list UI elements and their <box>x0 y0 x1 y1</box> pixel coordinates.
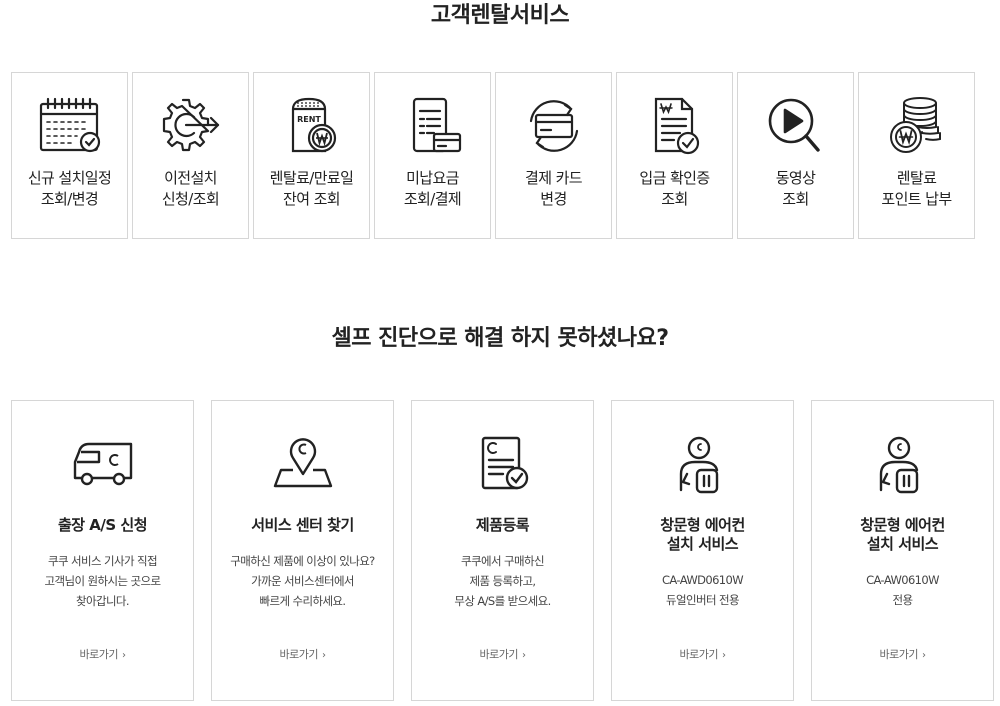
chevron-right-icon: › <box>321 650 326 661</box>
chevron-right-icon: › <box>921 650 926 661</box>
service-new-install-schedule[interactable]: 신규 설치일정 조회/변경 <box>11 72 128 239</box>
service-label: 결제 카드 변경 <box>525 169 583 208</box>
card-title: 출장 A/S 신청 <box>57 516 148 534</box>
van-icon <box>71 434 135 494</box>
card-title: 창문형 에어컨 설치 서비스 <box>660 516 745 553</box>
support-cards: 출장 A/S 신청 쿠쿠 서비스 기사가 직접 고객님이 원하시는 곳으로 찾아… <box>11 400 994 701</box>
card-shortcut-link[interactable]: 바로가기 › <box>12 646 193 662</box>
service-relocation-install[interactable]: 이전설치 신청/조회 <box>132 72 249 239</box>
service-change-payment-card[interactable]: 결제 카드 변경 <box>495 72 612 239</box>
technician-icon <box>871 434 935 494</box>
card-shortcut-link[interactable]: 바로가기 › <box>412 646 593 662</box>
service-label: 렌탈료 포인트 납부 <box>881 169 952 208</box>
card-title: 창문형 에어컨 설치 서비스 <box>860 516 945 553</box>
service-point-payment[interactable]: 렌탈료 포인트 납부 <box>858 72 975 239</box>
svg-text:RENT: RENT <box>297 115 321 124</box>
calendar-check-icon <box>35 95 105 157</box>
card-service-center-finder: 서비스 센터 찾기 구매하신 제품에 이상이 있나요? 가까운 서비스센터에서 … <box>211 400 394 701</box>
service-video-lookup[interactable]: 동영상 조회 <box>737 72 854 239</box>
service-label: 동영상 조회 <box>775 169 816 208</box>
service-label: 입금 확인증 조회 <box>639 169 710 208</box>
card-description: CA-AWD0610W 듀얼인버터 전용 <box>661 573 744 607</box>
rental-services-grid: 신규 설치일정 조회/변경 이전설치 신청/조회 RENT 렌탈료/만료일 잔여… <box>11 72 975 239</box>
chevron-right-icon: › <box>121 650 126 661</box>
video-search-icon <box>761 95 831 157</box>
card-title: 제품등록 <box>475 516 530 534</box>
service-deposit-confirmation[interactable]: 입금 확인증 조회 <box>616 72 733 239</box>
bill-card-icon <box>398 95 468 157</box>
card-window-ac-install-dual: 창문형 에어컨 설치 서비스 CA-AWD0610W 듀얼인버터 전용 바로가기… <box>611 400 794 701</box>
rental-services-title: 고객렌탈서비스 <box>430 3 570 28</box>
card-description: 구매하신 제품에 이상이 있나요? 가까운 서비스센터에서 빠르게 수리하세요. <box>230 554 375 608</box>
service-label: 신규 설치일정 조회/변경 <box>27 169 112 208</box>
service-label: 이전설치 신청/조회 <box>161 169 220 208</box>
card-description: 쿠쿠 서비스 기사가 직접 고객님이 원하시는 곳으로 찾아갑니다. <box>44 554 161 608</box>
card-refresh-icon <box>519 95 589 157</box>
card-shortcut-link[interactable]: 바로가기 › <box>812 646 993 662</box>
card-title: 서비스 센터 찾기 <box>251 516 354 534</box>
chevron-right-icon: › <box>521 650 526 661</box>
card-shortcut-link[interactable]: 바로가기 › <box>612 646 793 662</box>
service-label: 미납요금 조회/결제 <box>403 169 462 208</box>
document-check-icon <box>471 434 535 494</box>
card-window-ac-install: 창문형 에어컨 설치 서비스 CA-AW0610W 전용 바로가기 › <box>811 400 994 701</box>
card-description: CA-AW0610W 전용 <box>866 573 939 607</box>
card-onsite-as-request: 출장 A/S 신청 쿠쿠 서비스 기사가 직접 고객님이 원하시는 곳으로 찾아… <box>11 400 194 701</box>
service-label: 렌탈료/만료일 잔여 조회 <box>269 169 354 208</box>
chevron-right-icon: › <box>721 650 726 661</box>
service-unpaid-fees[interactable]: 미납요금 조회/결제 <box>374 72 491 239</box>
card-description: 쿠쿠에서 구매하신 제품 등록하고, 무상 A/S를 받으세요. <box>454 554 551 608</box>
technician-icon <box>671 434 735 494</box>
card-product-registration: 제품등록 쿠쿠에서 구매하신 제품 등록하고, 무상 A/S를 받으세요. 바로… <box>411 400 594 701</box>
card-shortcut-link[interactable]: 바로가기 › <box>212 646 393 662</box>
gear-arrow-icon <box>156 95 226 157</box>
service-rental-fee-expiry[interactable]: RENT 렌탈료/만료일 잔여 조회 <box>253 72 370 239</box>
self-diagnosis-title: 셀프 진단으로 해결 하지 못하셨나요? <box>331 326 670 351</box>
coins-won-icon <box>882 95 952 157</box>
map-pin-icon <box>271 434 335 494</box>
rent-product-won-icon: RENT <box>277 95 347 157</box>
receipt-check-icon <box>640 95 710 157</box>
